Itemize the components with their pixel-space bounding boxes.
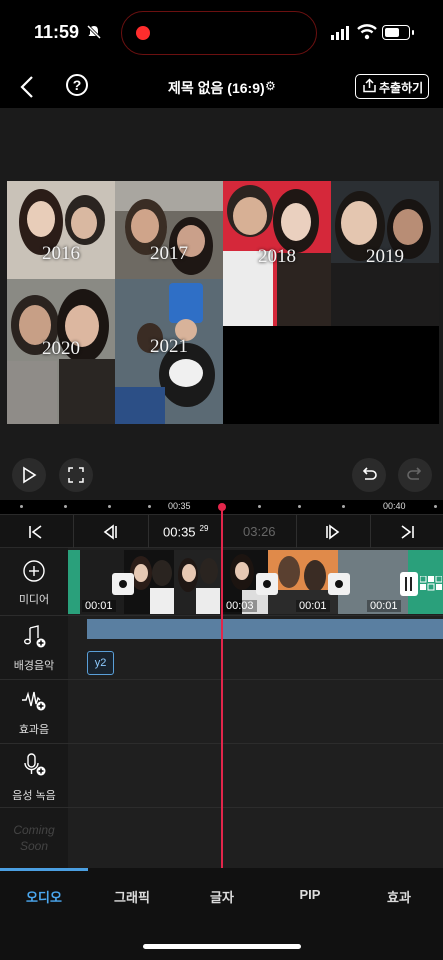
editor-header: ? 제목 없음 (16:9) ⚙ 추출하기 xyxy=(0,66,443,108)
clip-thumbnail[interactable] xyxy=(174,550,222,614)
skip-to-end-icon[interactable] xyxy=(399,524,415,540)
tab-graphics[interactable]: 그래픽 xyxy=(88,887,176,906)
clip-duration: 00:01 xyxy=(367,600,401,612)
sfx-track-button[interactable]: 효과음 xyxy=(0,690,68,737)
export-button[interactable]: 추출하기 xyxy=(355,74,429,99)
tab-audio[interactable]: 오디오 xyxy=(0,887,88,906)
year-label: 2021 xyxy=(150,336,188,357)
year-label: 2018 xyxy=(258,246,296,267)
track-label: 효과음 xyxy=(18,724,50,736)
photo-tile-2019: 2019 xyxy=(331,181,439,326)
voice-track-button[interactable]: 음성 녹음 xyxy=(0,752,68,803)
bottom-tab-bar: 오디오 그래픽 글자 PIP 효과 xyxy=(0,868,443,924)
music-note-icon xyxy=(24,625,46,648)
wifi-icon xyxy=(357,24,377,40)
bgm-clip-label[interactable]: y2 xyxy=(87,651,114,675)
coming-soon-label: Coming Soon xyxy=(13,823,55,853)
project-title[interactable]: 제목 없음 (16:9) xyxy=(168,78,265,98)
photo-tile-2017: 2017 xyxy=(115,181,223,279)
video-preview[interactable]: 2016 2017 2018 2019 2020 2021 xyxy=(0,108,443,500)
ruler-label: 00:35 xyxy=(168,501,191,511)
active-tab-indicator xyxy=(0,868,88,871)
undo-icon xyxy=(362,467,377,480)
photo-collage: 2016 2017 2018 2019 2020 2021 xyxy=(7,181,439,424)
status-bar: 11:59 xyxy=(0,0,443,66)
clip-duration: 00:01 xyxy=(82,600,116,612)
tab-text[interactable]: 글자 xyxy=(178,887,266,906)
clip-duration: 00:03 xyxy=(223,600,257,612)
current-timecode: 00:35 29 xyxy=(163,524,209,540)
play-button[interactable] xyxy=(12,458,46,492)
transition-icon[interactable] xyxy=(328,573,350,595)
transition-icon[interactable] xyxy=(112,573,134,595)
sound-wave-icon xyxy=(22,691,46,711)
ruler-label: 00:40 xyxy=(383,501,406,511)
microphone-icon xyxy=(24,753,46,776)
next-frame-icon[interactable] xyxy=(325,524,341,540)
photo-tile-2021: 2021 xyxy=(115,279,223,424)
gear-icon[interactable]: ⚙ xyxy=(265,79,276,93)
tab-effects[interactable]: 효과 xyxy=(355,887,443,906)
undo-button[interactable] xyxy=(352,458,386,492)
previous-frame-icon[interactable] xyxy=(102,524,118,540)
bgm-track-button[interactable]: 배경음악 xyxy=(0,624,68,673)
year-label: 2019 xyxy=(366,246,404,267)
skip-to-start-icon[interactable] xyxy=(28,524,44,540)
plus-circle-icon xyxy=(23,560,45,582)
year-label: 2016 xyxy=(42,243,80,264)
bgm-audio-clip[interactable] xyxy=(87,619,443,639)
share-icon xyxy=(363,78,376,93)
media-clip-strip[interactable]: 00:01 00:03 00:01 00:01 xyxy=(68,550,443,614)
total-duration: 03:26 xyxy=(243,524,276,539)
dynamic-island xyxy=(121,11,317,55)
home-indicator-area xyxy=(0,924,443,960)
playhead[interactable] xyxy=(218,503,226,868)
track-label: 음성 녹음 xyxy=(12,790,56,802)
media-track-button[interactable]: 미디어 xyxy=(0,560,68,607)
bell-muted-icon xyxy=(86,24,102,40)
fullscreen-button[interactable] xyxy=(59,458,93,492)
year-label: 2017 xyxy=(150,243,188,264)
photo-tile-2016: 2016 xyxy=(7,181,115,279)
transition-icon[interactable] xyxy=(256,573,278,595)
year-label: 2020 xyxy=(42,338,80,359)
grid-layout-icon[interactable] xyxy=(420,576,442,592)
cellular-signal-icon xyxy=(331,26,349,40)
help-icon[interactable]: ? xyxy=(66,74,88,96)
export-label: 추출하기 xyxy=(379,81,424,95)
photo-tile-2020: 2020 xyxy=(7,279,115,424)
status-time: 11:59 xyxy=(34,22,80,42)
photo-tile-2018: 2018 xyxy=(223,181,331,326)
tab-pip[interactable]: PIP xyxy=(266,887,354,902)
redo-icon xyxy=(407,467,422,480)
clip-end-handle[interactable] xyxy=(400,572,418,596)
track-label: 배경음악 xyxy=(13,660,55,672)
recording-indicator-icon xyxy=(136,26,150,40)
track-label: 미디어 xyxy=(18,594,50,606)
home-indicator[interactable] xyxy=(143,944,301,949)
expand-icon xyxy=(68,467,84,483)
back-icon[interactable] xyxy=(16,74,40,100)
play-icon xyxy=(23,466,37,484)
battery-icon xyxy=(382,25,414,40)
redo-button[interactable] xyxy=(398,458,432,492)
clip-duration: 00:01 xyxy=(296,600,330,612)
